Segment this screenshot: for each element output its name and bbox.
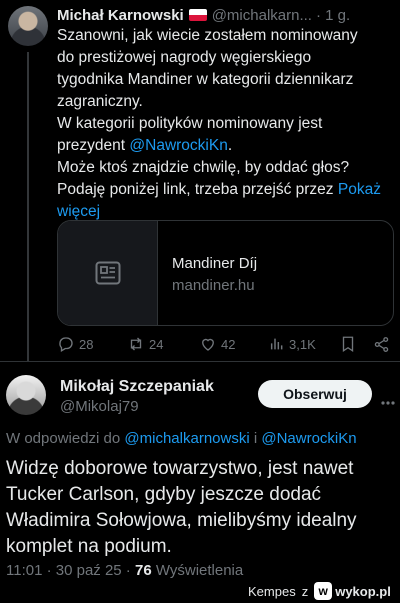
reply-icon: [59, 337, 73, 352]
reply-line: Tucker Carlson, gdyby jeszcze dodać: [6, 484, 322, 505]
tweet-line: do prestiżowej nagrody węgierskiego: [57, 49, 312, 66]
tweet-line-text: .: [227, 137, 233, 154]
replying-prefix: W odpowiedzi do: [6, 430, 125, 447]
article-icon: [58, 221, 158, 325]
show-more-link[interactable]: Pokaż: [338, 181, 381, 198]
reply-author-name[interactable]: Mikołaj Szczepaniak: [60, 378, 214, 396]
author-handle[interactable]: @michalkarn...: [212, 7, 312, 24]
replying-user-link[interactable]: @NawrockiKn: [261, 430, 356, 447]
watermark: Kempes z w wykop.pl: [248, 580, 391, 602]
author-avatar[interactable]: [8, 6, 48, 46]
reply-count: 28: [79, 336, 94, 352]
reply-text: Widzę doborowe towarzystwo, jest nawet T…: [6, 456, 396, 560]
card-domain: mandiner.hu: [172, 277, 255, 294]
reply-views-label: Wyświetlenia: [151, 562, 244, 579]
wykop-logo: w wykop.pl: [314, 582, 391, 600]
thread-line: [27, 52, 29, 362]
follow-button[interactable]: Obserwuj: [258, 380, 372, 408]
tweet-line: Szanowni, jak wiecie zostałem nominowany: [57, 27, 358, 44]
divider: [0, 361, 400, 362]
repost-icon: [130, 337, 142, 351]
share-icon: [374, 336, 389, 352]
tweet-actions: 28 24 42 3,1K: [57, 333, 397, 355]
reply-timestamp[interactable]: 11:01 · 30 paź 25 ·: [6, 562, 135, 579]
tweet-line-text: prezydent: [57, 137, 130, 154]
views-button[interactable]: 3,1K: [269, 333, 316, 355]
tweet-line-text: Podaję poniżej link, trzeba przejść prze…: [57, 181, 338, 198]
reply-author-avatar[interactable]: [6, 375, 46, 415]
share-button[interactable]: [373, 333, 390, 355]
author-name[interactable]: Michał Karnowski: [57, 7, 184, 24]
reply-line: Widzę doborowe towarzystwo, jest nawet: [6, 458, 354, 479]
tweet-line: tygodnika Mandiner w kategorii dziennika…: [57, 71, 354, 88]
watermark-separator: z: [301, 583, 309, 599]
tweet-text: Szanowni, jak wiecie zostałem nominowany…: [57, 25, 397, 223]
wykop-site: wykop.pl: [335, 583, 391, 599]
reply-views-count: 76: [134, 562, 152, 579]
mention-link[interactable]: @NawrockiKn: [129, 137, 227, 154]
like-button[interactable]: 42: [199, 333, 235, 355]
link-card[interactable]: Mandiner Díj mandiner.hu: [57, 220, 394, 326]
poland-flag-icon: [188, 9, 207, 21]
tweet-line: W kategorii polityków nominowany jest: [57, 115, 323, 132]
heart-icon: [202, 338, 214, 351]
tweet-line: Może ktoś znajdzie chwilę, by oddać głos…: [57, 159, 350, 176]
replying-to: W odpowiedzi do @michalkarnowski i @Nawr…: [6, 430, 357, 447]
more-options-icon[interactable]: [381, 392, 395, 410]
bookmark-button[interactable]: [340, 333, 356, 355]
reply-line: komplet na podium.: [6, 536, 172, 557]
replying-user-link[interactable]: @michalkarnowski: [124, 430, 249, 447]
repost-button[interactable]: 24: [127, 333, 163, 355]
tweet-line: zagraniczny.: [57, 93, 143, 110]
tweet-time[interactable]: · 1 g.: [316, 7, 350, 24]
views-icon: [270, 338, 283, 350]
original-tweet[interactable]: Michał Karnowski @michalkarn... · 1 g. S…: [0, 0, 400, 362]
replying-join: i: [249, 430, 262, 447]
reply-button[interactable]: 28: [57, 333, 93, 355]
reply-meta: 11:01 · 30 paź 25 · 76 Wyświetlenia: [6, 562, 243, 579]
reply-line: Władimira Sołowjowa, mielibyśmy idealny: [6, 510, 357, 531]
tweet-header: Michał Karnowski @michalkarn... · 1 g.: [57, 4, 397, 26]
wykop-logo-icon: w: [314, 582, 333, 600]
views-count: 3,1K: [289, 336, 316, 352]
watermark-user: Kempes: [248, 583, 296, 599]
repost-count: 24: [149, 336, 164, 352]
tweet-line: Podaję poniżej link, trzeba przejść prze…: [57, 179, 397, 201]
bookmark-icon: [342, 336, 354, 353]
like-count: 42: [221, 336, 236, 352]
card-title: Mandiner Díj: [172, 255, 258, 272]
tweet-line: prezydent @NawrockiKn.: [57, 135, 397, 157]
reply-author-handle[interactable]: @Mikolaj79: [60, 398, 139, 415]
